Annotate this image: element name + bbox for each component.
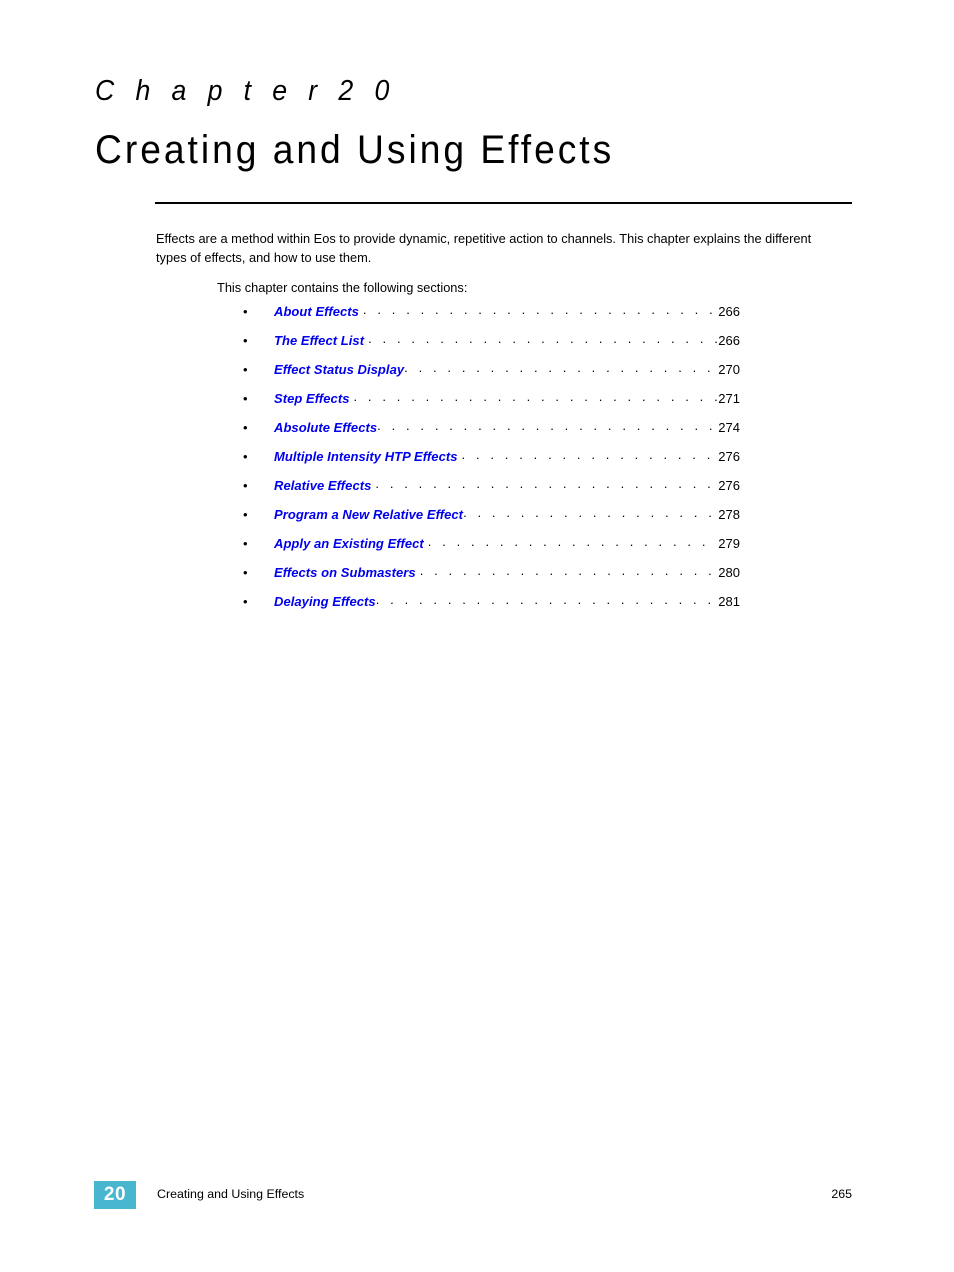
dot-leader: [368, 332, 717, 345]
dot-leader: [377, 419, 717, 432]
chapter-heading-block: C h a p t e r 2 0 Creating and Using Eff…: [95, 74, 855, 173]
toc-link-about-effects[interactable]: About Effects: [274, 304, 359, 319]
dot-leader: [375, 477, 717, 490]
toc-page-number: 274: [718, 420, 740, 435]
title-divider-rule: [155, 202, 852, 204]
toc-entry[interactable]: • Effects on Submasters 280: [243, 564, 740, 593]
toc-link-delaying-effects[interactable]: Delaying Effects: [274, 594, 376, 609]
bullet-icon: •: [243, 478, 248, 493]
toc-entry[interactable]: • Step Effects 271: [243, 390, 740, 419]
toc-entry[interactable]: • Effect Status Display 270: [243, 361, 740, 390]
toc-page-number: 280: [718, 565, 740, 580]
toc-link-effect-status-display[interactable]: Effect Status Display: [274, 362, 404, 377]
toc-entry[interactable]: • Relative Effects 276: [243, 477, 740, 506]
bullet-icon: •: [243, 304, 248, 319]
page-footer: 20 Creating and Using Effects 265: [94, 1181, 852, 1209]
toc-link-step-effects[interactable]: Step Effects: [274, 391, 350, 406]
toc-link-program-a-new-relative-effect[interactable]: Program a New Relative Effect: [274, 507, 463, 522]
bullet-icon: •: [243, 565, 248, 580]
bullet-icon: •: [243, 449, 248, 464]
toc-entry[interactable]: • The Effect List 266: [243, 332, 740, 361]
toc-link-the-effect-list[interactable]: The Effect List: [274, 333, 364, 348]
toc-entry[interactable]: • Delaying Effects 281: [243, 593, 740, 622]
intro-paragraph: Effects are a method within Eos to provi…: [156, 231, 812, 266]
toc-page-number: 278: [718, 507, 740, 522]
toc-page-number: 271: [718, 391, 740, 406]
dot-leader: [463, 506, 717, 519]
toc-page-number: 266: [718, 304, 740, 319]
toc-entry[interactable]: • Absolute Effects 274: [243, 419, 740, 448]
toc-link-absolute-effects[interactable]: Absolute Effects: [274, 420, 377, 435]
toc-link-effects-on-submasters[interactable]: Effects on Submasters: [274, 565, 416, 580]
bullet-icon: •: [243, 594, 248, 609]
toc-entry[interactable]: • About Effects 266: [243, 303, 740, 332]
toc-page-number: 276: [718, 449, 740, 464]
footer-page-number: 265: [831, 1187, 852, 1201]
bullet-icon: •: [243, 391, 248, 406]
toc-entry[interactable]: • Multiple Intensity HTP Effects 276: [243, 448, 740, 477]
chapter-label: C h a p t e r 2 0: [95, 75, 397, 107]
toc-link-apply-an-existing-effect[interactable]: Apply an Existing Effect: [274, 536, 424, 551]
dot-leader: [354, 390, 718, 403]
toc-page-number: 276: [718, 478, 740, 493]
bullet-icon: •: [243, 333, 248, 348]
toc-link-multiple-intensity-htp-effects[interactable]: Multiple Intensity HTP Effects: [274, 449, 458, 464]
dot-leader: [420, 564, 718, 577]
bullet-icon: •: [243, 420, 248, 435]
dot-leader: [404, 361, 717, 374]
page-title: Creating and Using Effects: [95, 128, 615, 172]
bullet-icon: •: [243, 507, 248, 522]
document-page: C h a p t e r 2 0 Creating and Using Eff…: [0, 0, 954, 1272]
toc-page-number: 279: [718, 536, 740, 551]
toc-link-relative-effects[interactable]: Relative Effects: [274, 478, 371, 493]
toc-entry[interactable]: • Program a New Relative Effect 278: [243, 506, 740, 535]
sections-lead-in-text: This chapter contains the following sect…: [217, 280, 468, 295]
bullet-icon: •: [243, 536, 248, 551]
bullet-icon: •: [243, 362, 248, 377]
footer-chapter-number-badge: 20: [94, 1181, 136, 1209]
dot-leader: [363, 303, 717, 316]
footer-chapter-title: Creating and Using Effects: [157, 1187, 305, 1201]
toc-page-number: 266: [718, 333, 740, 348]
dot-leader: [428, 535, 718, 548]
toc-entry[interactable]: • Apply an Existing Effect 279: [243, 535, 740, 564]
toc-page-number: 281: [718, 594, 740, 609]
toc-page-number: 270: [718, 362, 740, 377]
dot-leader: [462, 448, 718, 461]
chapter-toc-list: • About Effects 266 • The Effect List 26…: [243, 303, 740, 622]
dot-leader: [376, 593, 718, 606]
